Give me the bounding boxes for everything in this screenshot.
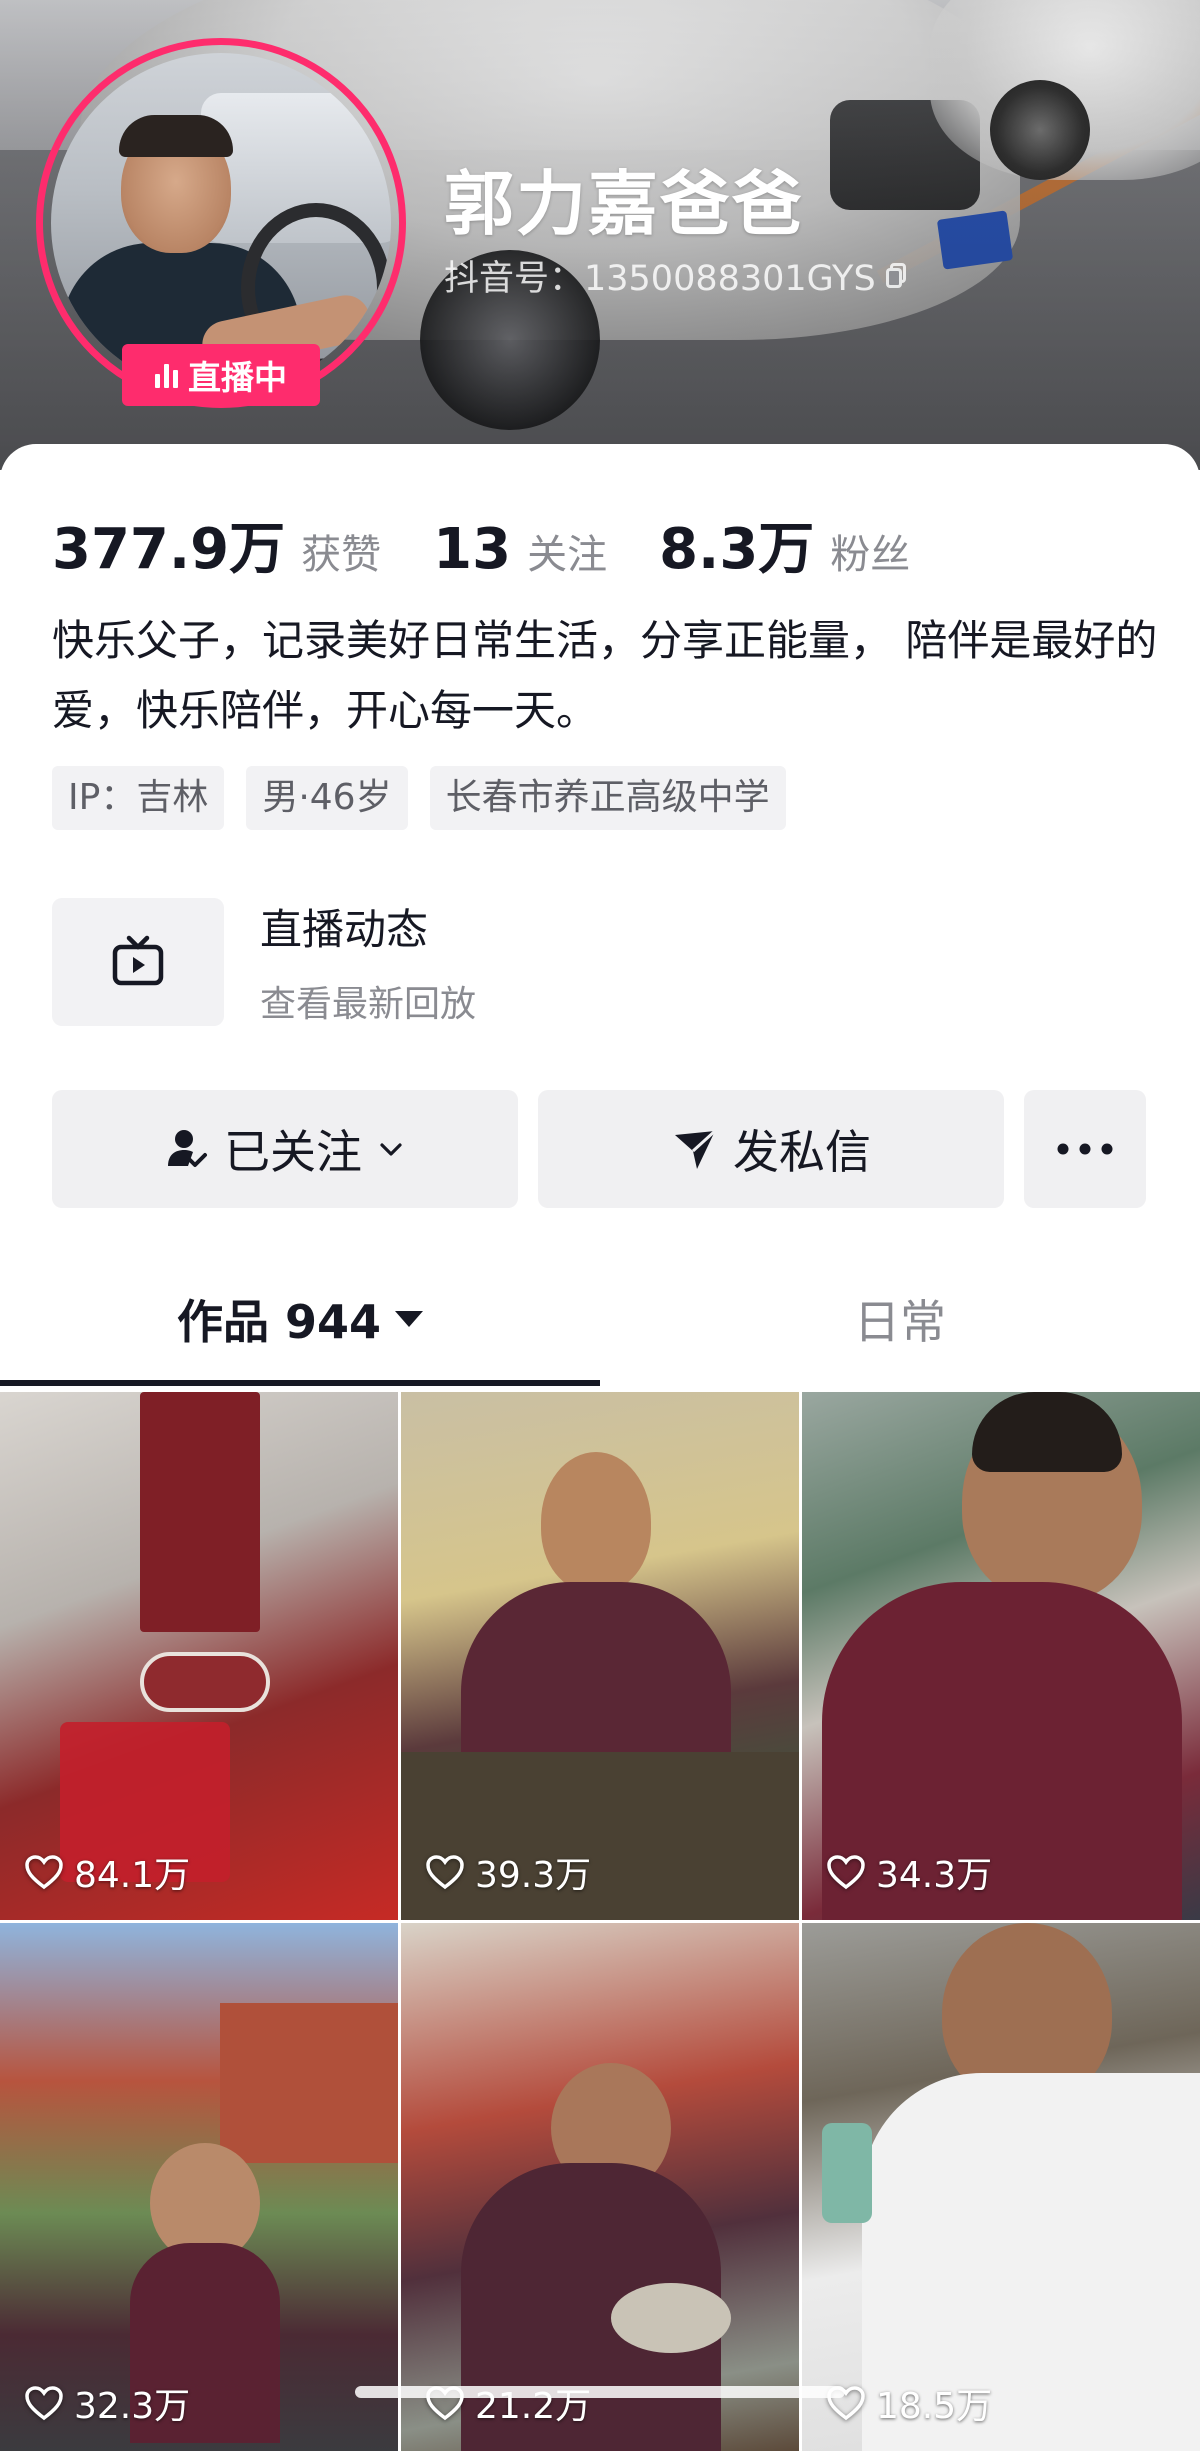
douyin-id[interactable]: 抖音号：1350088301GYS: [444, 250, 908, 301]
live-badge[interactable]: 直播中: [122, 344, 320, 406]
live-feed-subtitle: 查看最新回放: [260, 984, 477, 1025]
stat-likes-value: 377.9万: [52, 517, 286, 582]
video-likes-count: 34.3万: [876, 1855, 993, 1896]
thumb-boy-head: [541, 1452, 651, 1592]
tag-ip-location: IP：吉林: [52, 766, 225, 830]
followed-button[interactable]: 已关注: [52, 1090, 518, 1208]
caret-down-icon[interactable]: [395, 1311, 424, 1327]
video-likes: 32.3万: [24, 2377, 190, 2429]
douyin-id-text: 抖音号：1350088301GYS: [444, 259, 876, 299]
stat-following-label: 关注: [527, 532, 608, 578]
tag-gender-age: 男·46岁: [246, 766, 408, 830]
content-tabs: 作品 944 日常: [0, 1254, 1200, 1384]
live-bars-icon: [155, 362, 178, 388]
user-check-icon: [168, 1130, 207, 1167]
home-indicator[interactable]: [355, 2386, 845, 2398]
live-feed-texts: 直播动态 查看最新回放: [260, 896, 476, 1027]
video-likes-count: 84.1万: [74, 1855, 191, 1896]
video-grid: 84.1万 39.3万 34.3万 32.3万 21.2万 18.5万: [0, 1392, 1200, 2451]
video-thumbnail[interactable]: 39.3万: [401, 1392, 799, 1920]
thumb-boy-hair: [972, 1392, 1122, 1472]
stat-likes-label: 获赞: [301, 532, 382, 578]
thumb-dumpling-plate: [611, 2283, 731, 2353]
video-thumbnail[interactable]: 34.3万: [802, 1392, 1200, 1920]
video-thumbnail[interactable]: 18.5万: [802, 1923, 1200, 2451]
stat-following[interactable]: 13 关注: [433, 517, 607, 582]
video-likes: 84.1万: [24, 1846, 190, 1898]
thumb-class-sign: [140, 1392, 260, 1632]
video-likes: 21.2万: [425, 2377, 591, 2429]
thumb-room-plate: [140, 1652, 270, 1712]
chevron-down-icon: [380, 1143, 402, 1156]
send-message-button[interactable]: 发私信: [538, 1090, 1004, 1208]
avatar-person-hair: [119, 115, 233, 157]
tab-daily-label: 日常: [854, 1295, 946, 1349]
stat-followers-label: 粉丝: [830, 532, 911, 578]
video-thumbnail[interactable]: 21.2万: [401, 1923, 799, 2451]
heart-icon: [25, 1855, 63, 1890]
profile-actions: 已关注 发私信: [52, 1090, 1146, 1208]
thumb-school-building: [220, 2003, 398, 2163]
video-likes-count: 39.3万: [475, 1855, 592, 1896]
send-message-label: 发私信: [733, 1125, 871, 1179]
live-replay-entry[interactable]: 直播动态 查看最新回放: [52, 896, 476, 1027]
live-badge-label: 直播中: [188, 358, 287, 397]
more-button[interactable]: [1024, 1090, 1146, 1208]
active-tab-indicator: [0, 1380, 600, 1386]
thumb-water-bottle: [822, 2123, 872, 2223]
tag-school[interactable]: 长春市养正高级中学: [429, 766, 786, 830]
profile-bio: 快乐父子，记录美好日常生活，分享正能量， 陪伴是最好的爱，快乐陪伴，开心每一天。: [52, 616, 1158, 735]
profile-nickname: 郭力嘉爸爸: [444, 163, 804, 245]
send-icon: [675, 1129, 717, 1169]
stat-following-value: 13: [433, 517, 512, 582]
video-thumbnail[interactable]: 32.3万: [0, 1923, 398, 2451]
stat-likes[interactable]: 377.9万 获赞: [52, 504, 381, 585]
stat-followers[interactable]: 8.3万 粉丝: [659, 504, 910, 585]
heart-icon: [827, 1855, 865, 1890]
stat-followers-value: 8.3万: [659, 517, 815, 582]
video-likes-count: 21.2万: [475, 2386, 592, 2427]
video-thumbnail[interactable]: 84.1万: [0, 1392, 398, 1920]
tab-works[interactable]: 作品 944: [0, 1254, 600, 1384]
video-likes: 39.3万: [425, 1846, 591, 1898]
video-likes-count: 32.3万: [74, 2386, 191, 2427]
more-dots-icon: [1057, 1143, 1113, 1155]
heart-icon: [426, 1855, 464, 1890]
tv-box: [52, 897, 224, 1026]
tab-works-label: 作品 944: [176, 1295, 382, 1349]
video-likes-count: 18.5万: [876, 2386, 993, 2427]
profile-tags: IP：吉林 男·46岁 长春市养正高级中学: [52, 766, 786, 830]
avatar-image: [51, 53, 391, 393]
video-likes: 18.5万: [826, 2377, 992, 2429]
tv-icon: [112, 935, 164, 985]
video-likes: 34.3万: [826, 1846, 992, 1898]
live-feed-title: 直播动态: [260, 905, 429, 954]
copy-icon[interactable]: [885, 262, 908, 289]
followed-button-label: 已关注: [224, 1125, 362, 1179]
tab-daily[interactable]: 日常: [600, 1254, 1200, 1384]
profile-stats: 377.9万 获赞 13 关注 8.3万 粉丝: [52, 504, 962, 585]
